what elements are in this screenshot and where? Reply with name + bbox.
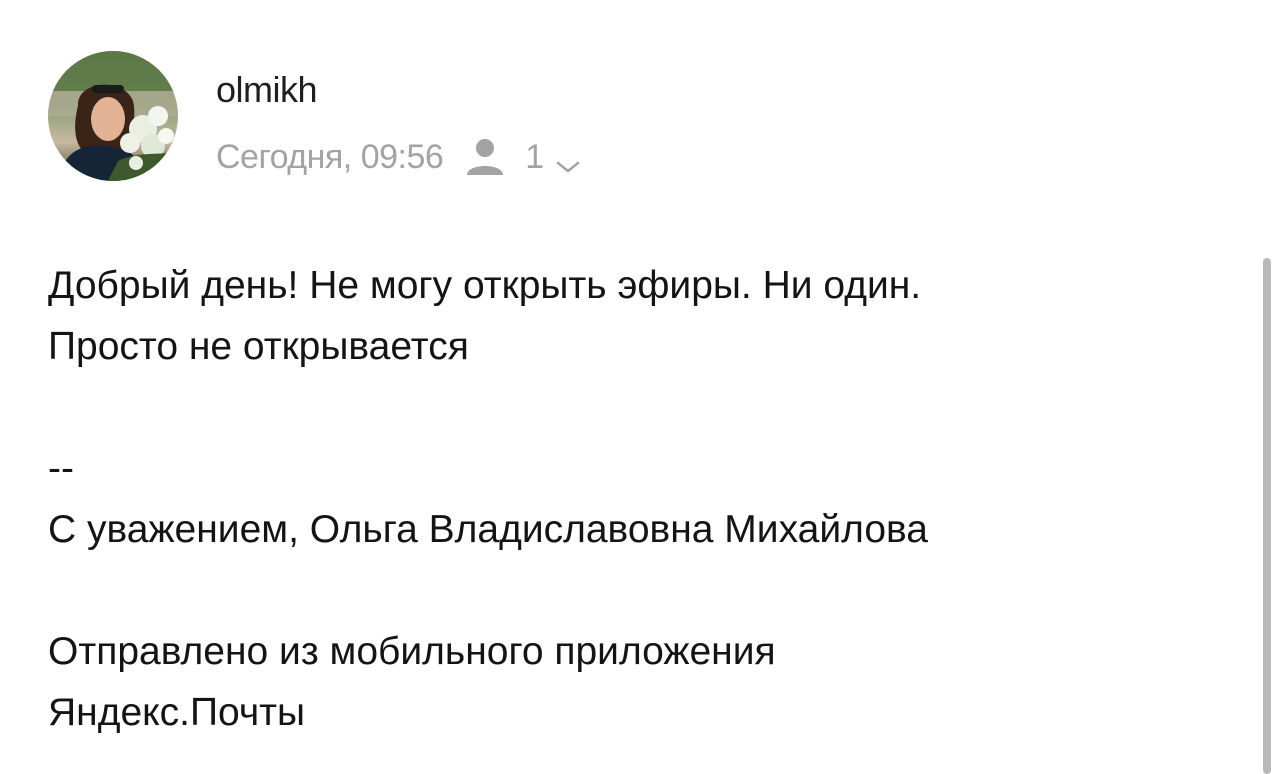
recipients-toggle-button[interactable]: 1 — [465, 135, 582, 179]
signature-separator: -- — [48, 447, 74, 490]
sender-name[interactable]: olmikh — [216, 66, 318, 114]
footer-line: Отправлено из мобильного приложения — [48, 630, 776, 673]
footer-line: Яндекс.Почты — [48, 691, 306, 734]
message-body: Добрый день! Не могу открыть эфиры. Ни о… — [48, 255, 1228, 743]
recipients-count: 1 — [525, 137, 545, 176]
message-date: Сегодня, 09:56 — [216, 137, 444, 176]
body-line: Просто не открывается — [48, 325, 469, 368]
message-meta: Сегодня, 09:56 1 — [216, 133, 582, 181]
body-line: Добрый день! Не могу открыть эфиры. Ни о… — [48, 264, 922, 307]
signature: С уважением, Ольга Владиславовна Михайло… — [48, 508, 928, 551]
person-icon — [465, 135, 505, 179]
scrollbar[interactable] — [1263, 258, 1271, 774]
email-message-view: olmikh Сегодня, 09:56 1 Добрый день! Не … — [0, 0, 1280, 774]
chevron-down-icon — [554, 147, 582, 173]
avatar-photo — [48, 51, 178, 181]
avatar[interactable] — [48, 51, 178, 181]
